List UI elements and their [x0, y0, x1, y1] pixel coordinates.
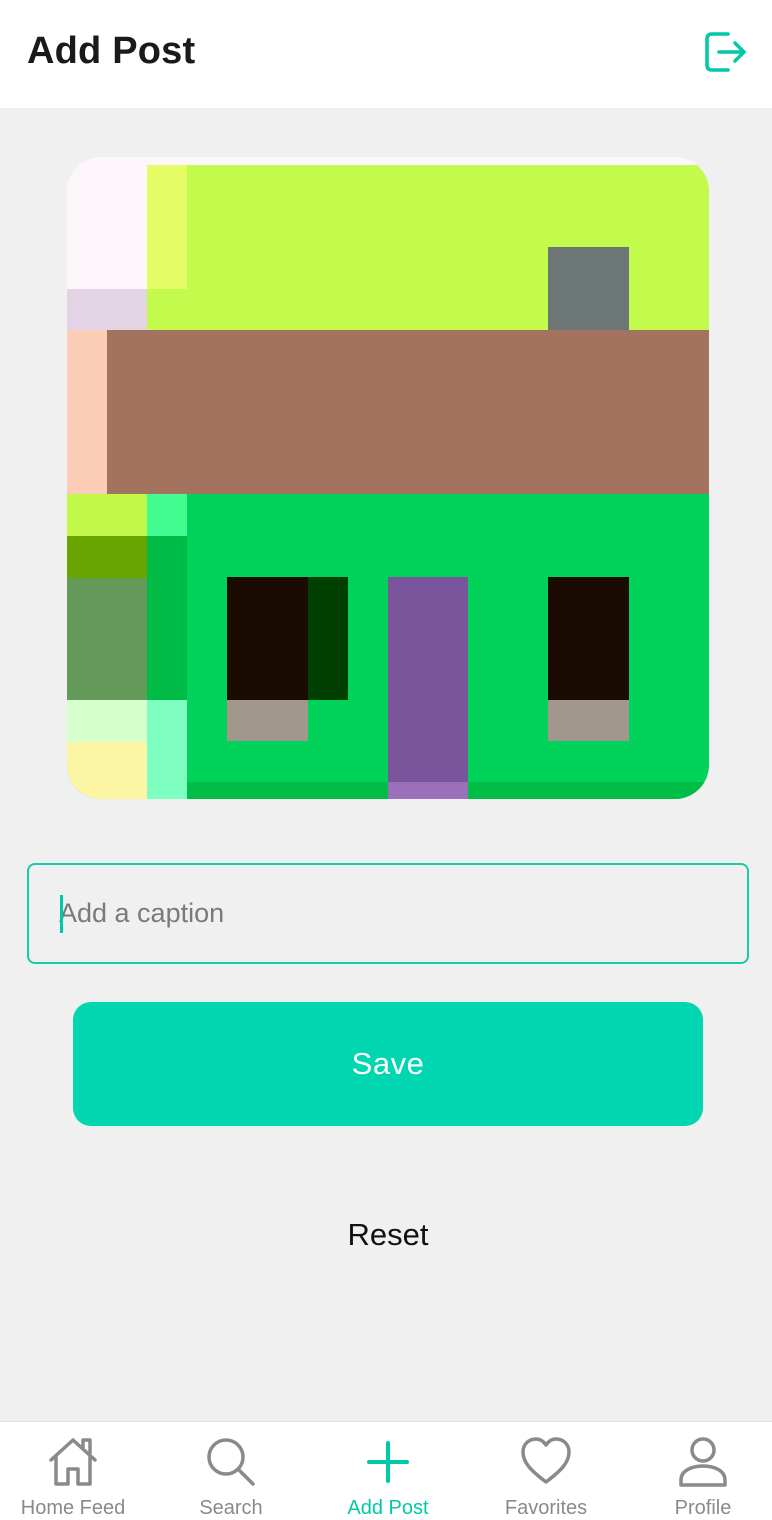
- home-icon: [49, 1438, 97, 1486]
- bottom-navigation: Home Feed Search Add Post Favorites Prof…: [0, 1421, 772, 1520]
- reset-button[interactable]: Reset: [286, 1205, 490, 1265]
- pixel-house-image: [67, 157, 709, 799]
- heart-icon: [521, 1437, 571, 1484]
- logout-button[interactable]: [702, 30, 750, 74]
- nav-label-home-feed: Home Feed: [20, 1497, 126, 1519]
- nav-label-favorites: Favorites: [504, 1497, 588, 1519]
- app-header: Add Post: [0, 0, 772, 108]
- post-image-preview[interactable]: [67, 157, 709, 799]
- add-post-screen: Add Post Add a caption Save Reset Home F…: [0, 0, 772, 1520]
- save-button[interactable]: Save: [73, 1002, 703, 1126]
- logout-icon: [705, 32, 746, 72]
- nav-label-search: Search: [199, 1497, 263, 1519]
- caption-field[interactable]: [27, 863, 749, 964]
- search-icon: [207, 1438, 255, 1486]
- nav-item-add-post[interactable]: Add Post: [311, 1422, 465, 1520]
- text-cursor: [60, 895, 63, 933]
- user-icon: [679, 1437, 727, 1487]
- nav-label-profile: Profile: [674, 1497, 732, 1519]
- nav-item-home-feed[interactable]: Home Feed: [0, 1422, 150, 1520]
- page-title: Add Post: [27, 30, 196, 72]
- nav-label-add-post: Add Post: [347, 1497, 429, 1519]
- nav-item-favorites[interactable]: Favorites: [469, 1422, 623, 1520]
- caption-input[interactable]: [59, 865, 719, 962]
- nav-item-search[interactable]: Search: [154, 1422, 308, 1520]
- nav-item-profile[interactable]: Profile: [626, 1422, 772, 1520]
- plus-icon: [367, 1441, 409, 1483]
